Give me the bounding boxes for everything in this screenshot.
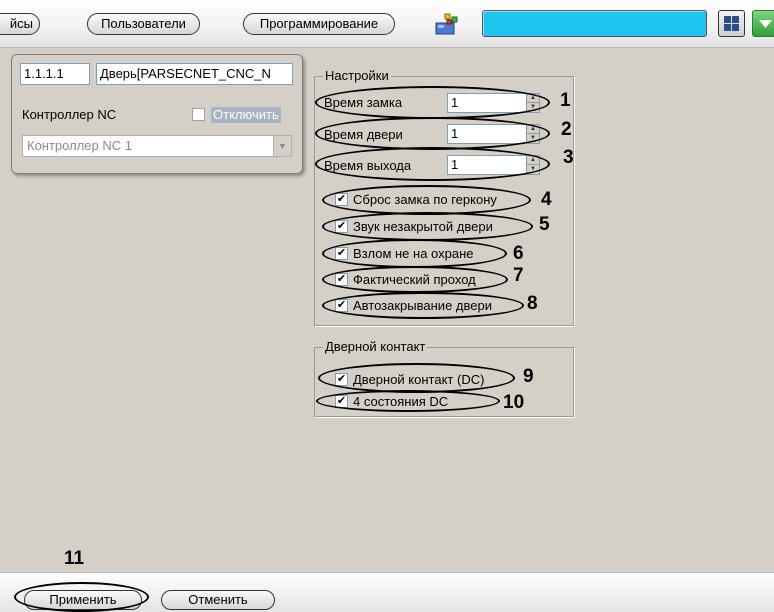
- reed-reset-row[interactable]: ✔ Сброс замка по геркону: [335, 192, 535, 208]
- object-name-field[interactable]: Дверь[PARSECNET_CNC_N: [96, 63, 293, 85]
- bottom-bar: Применить Отменить: [0, 572, 774, 612]
- chevron-down-icon[interactable]: ▼: [273, 136, 291, 156]
- lock-time-label: Время замка: [324, 95, 403, 110]
- break-not-armed-row[interactable]: ✔ Взлом не на охране: [335, 246, 515, 262]
- annotation-number: 6: [513, 243, 524, 264]
- cancel-button[interactable]: Отменить: [161, 590, 275, 610]
- door-time-spinner[interactable]: ▲ ▼: [526, 124, 540, 144]
- object-id-field[interactable]: 1.1.1.1: [20, 63, 90, 85]
- auto-close-row[interactable]: ✔ Автозакрывание двери: [335, 298, 535, 314]
- reed-reset-label: Сброс замка по геркону: [353, 192, 497, 207]
- exit-time-label: Время выхода: [324, 158, 412, 173]
- annotation-number: 8: [527, 293, 538, 314]
- auto-close-checkbox[interactable]: ✔: [335, 299, 348, 312]
- auto-close-label: Автозакрывание двери: [353, 298, 492, 313]
- dc-four-states-checkbox[interactable]: ✔: [335, 395, 348, 408]
- open-door-sound-checkbox[interactable]: ✔: [335, 220, 348, 233]
- status-field[interactable]: [482, 10, 707, 37]
- top-toolbar: йсы Пользователи Программирование: [0, 0, 774, 48]
- actual-pass-checkbox[interactable]: ✔: [335, 273, 348, 286]
- dc-four-states-label: 4 состояния DC: [353, 394, 449, 409]
- tab-users[interactable]: Пользователи: [87, 13, 200, 35]
- break-not-armed-label: Взлом не на охране: [353, 246, 474, 261]
- chevron-down-icon: [759, 20, 772, 28]
- door-contact-group-title: Дверной контакт: [323, 339, 428, 355]
- annotation-number: 10: [503, 392, 525, 413]
- annotation-number: 3: [563, 147, 574, 168]
- controller-select-value: Контроллер NC 1: [27, 138, 132, 153]
- actual-pass-row[interactable]: ✔ Фактический проход: [335, 272, 515, 288]
- break-not-armed-checkbox[interactable]: ✔: [335, 247, 348, 260]
- tab-devices[interactable]: йсы: [0, 13, 40, 35]
- annotation-number: 11: [64, 548, 85, 569]
- annotation-number: 9: [523, 366, 534, 387]
- lock-time-spinner[interactable]: ▲ ▼: [526, 93, 540, 113]
- controller-label: Контроллер NC: [22, 107, 117, 122]
- door-contact-dc-label: Дверной контакт (DC): [353, 372, 485, 387]
- grid-layout-button[interactable]: [718, 10, 745, 37]
- reed-reset-checkbox[interactable]: ✔: [335, 193, 348, 206]
- controller-select[interactable]: Контроллер NC 1 ▼: [22, 135, 292, 157]
- network-icon[interactable]: [435, 11, 461, 37]
- tab-programming[interactable]: Программирование: [243, 13, 395, 35]
- dropdown-button[interactable]: [752, 10, 774, 37]
- door-contact-dc-row[interactable]: ✔ Дверной контакт (DC): [335, 372, 515, 388]
- open-door-sound-label: Звук незакрытой двери: [353, 219, 493, 234]
- settings-group-title: Настройки: [323, 68, 391, 84]
- actual-pass-label: Фактический проход: [353, 272, 476, 287]
- open-door-sound-row[interactable]: ✔ Звук незакрытой двери: [335, 219, 535, 235]
- annotation-number: 7: [513, 265, 524, 286]
- annotation-number: 1: [560, 90, 571, 111]
- annotation-number: 5: [539, 214, 550, 235]
- door-contact-dc-checkbox[interactable]: ✔: [335, 373, 348, 386]
- door-time-label: Время двери: [324, 127, 403, 142]
- disable-checkbox[interactable]: [192, 108, 205, 121]
- exit-time-spinner[interactable]: ▲ ▼: [526, 155, 540, 175]
- object-panel: 1.1.1.1 Дверь[PARSECNET_CNC_N Контроллер…: [11, 54, 303, 174]
- annotation-number: 2: [561, 119, 572, 140]
- annotation-number: 4: [541, 189, 552, 210]
- grid-icon: [724, 16, 739, 31]
- apply-button[interactable]: Применить: [24, 590, 142, 610]
- dc-four-states-row[interactable]: ✔ 4 состояния DC: [335, 394, 495, 410]
- disable-label: Отключить: [211, 107, 281, 123]
